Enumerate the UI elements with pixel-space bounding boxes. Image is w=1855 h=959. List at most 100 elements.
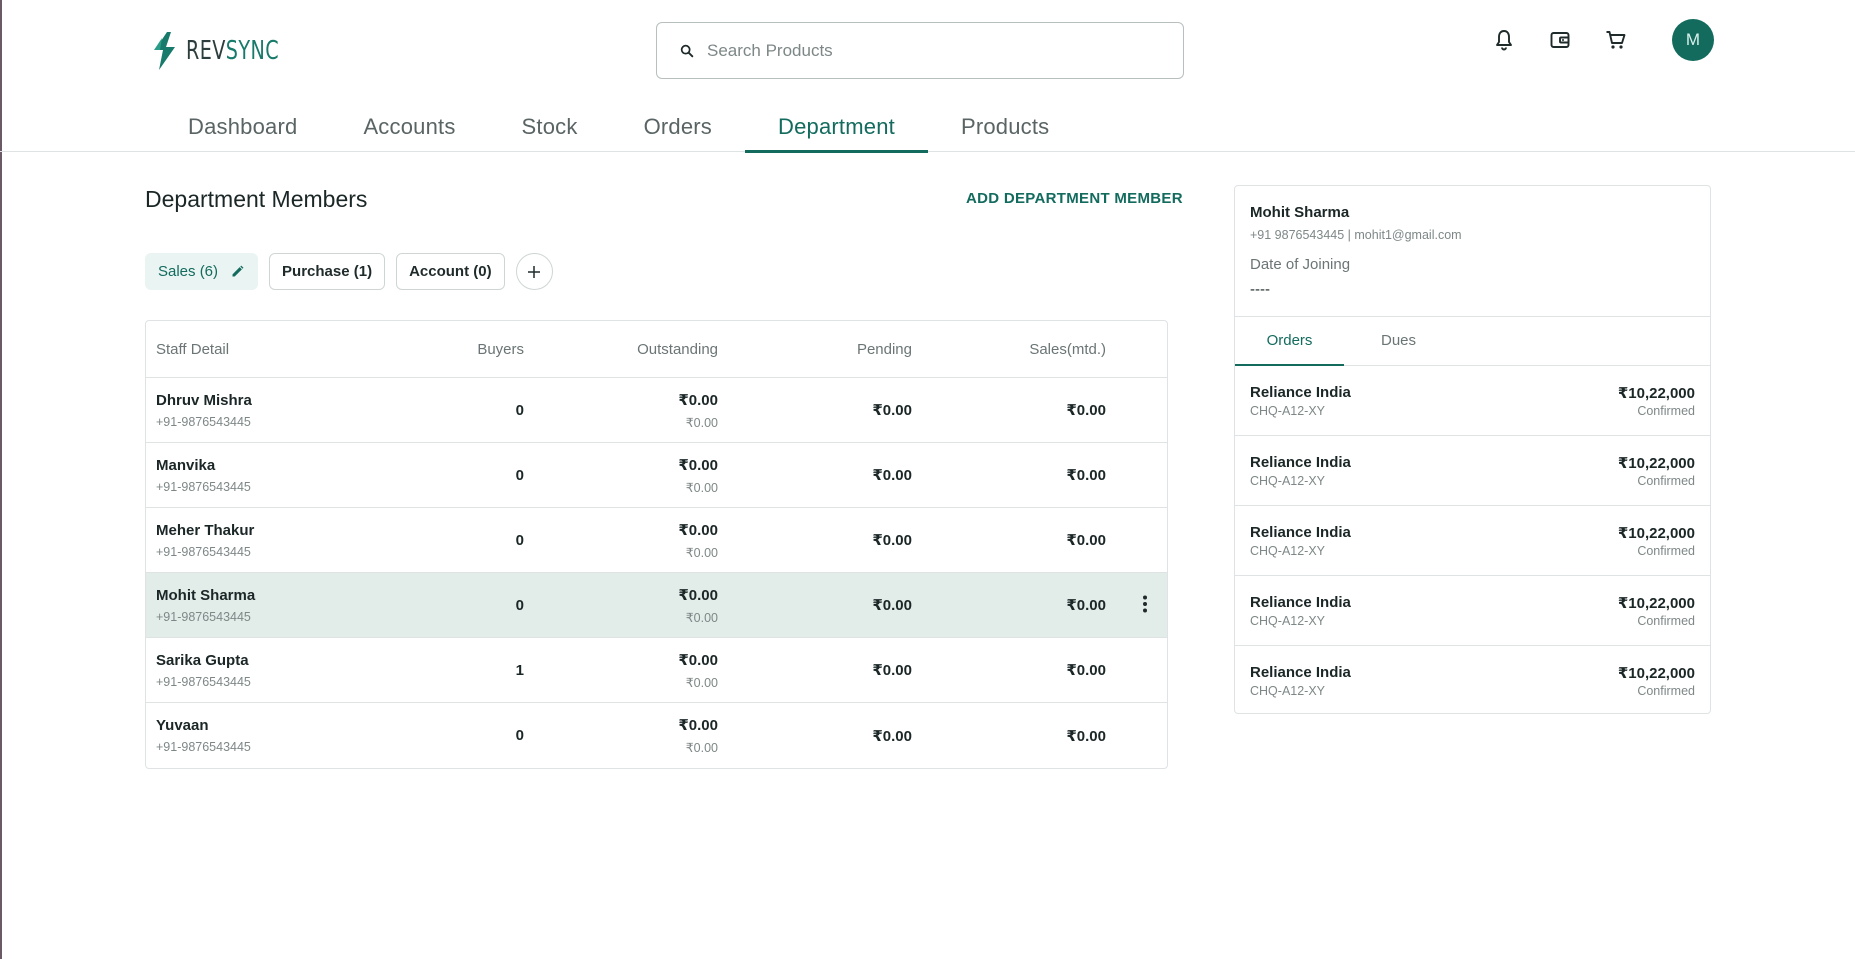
order-item[interactable]: Reliance India CHQ-A12-XY ₹10,22,000 Con… — [1235, 506, 1710, 576]
staff-name: Sarika Gupta — [156, 651, 249, 669]
sales-amount: ₹0.00 — [1066, 662, 1106, 679]
table-row[interactable]: Sarika Gupta +91-9876543445 1 ₹0.00 ₹0.00 … — [146, 638, 1167, 703]
order-party: Reliance India — [1250, 524, 1351, 541]
search-bar[interactable] — [656, 22, 1184, 79]
wallet-button[interactable] — [1546, 21, 1574, 59]
sales-amount: ₹0.00 — [1066, 727, 1106, 745]
notifications-button[interactable] — [1490, 21, 1518, 59]
pending-amount: ₹0.00 — [872, 402, 912, 419]
outstanding-amount: ₹0.00 — [678, 717, 718, 734]
search-icon — [680, 44, 694, 57]
tab-dues[interactable]: Dues — [1344, 317, 1453, 365]
staff-name: Mohit Sharma — [156, 586, 256, 604]
table-row[interactable]: Yuvaan +91-9876543445 0 ₹0.00 ₹0.00 ₹0.00 … — [146, 703, 1167, 768]
tab-orders[interactable]: Orders — [1235, 317, 1344, 366]
pending-amount: ₹0.00 — [872, 467, 912, 484]
logo-mark-icon — [154, 32, 175, 70]
header-pending: Pending — [856, 340, 912, 358]
outstanding-sub-amount: ₹0.00 — [685, 610, 718, 625]
staff-name: Yuvaan — [156, 717, 209, 734]
date-of-joining-label: Date of Joining — [1250, 256, 1351, 273]
member-name: Mohit Sharma — [1250, 204, 1350, 221]
staff-phone: +91-9876543445 — [156, 544, 251, 559]
order-party: Reliance India — [1250, 384, 1351, 401]
sales-amount: ₹0.00 — [1066, 402, 1106, 419]
order-party: Reliance India — [1250, 454, 1351, 471]
order-status: Confirmed — [1637, 684, 1695, 698]
order-item[interactable]: Reliance India CHQ-A12-XY ₹10,22,000 Con… — [1235, 576, 1710, 646]
order-ref: CHQ-A12-XY — [1250, 544, 1326, 558]
brand-name-part1: REV — [186, 36, 226, 66]
edit-pencil-icon[interactable] — [230, 264, 245, 279]
more-options-icon[interactable] — [1135, 594, 1155, 614]
add-department-button[interactable] — [515, 253, 553, 290]
table-header: Staff Detail Buyers Outstanding Pending … — [146, 321, 1167, 378]
members-table: Staff Detail Buyers Outstanding Pending … — [145, 320, 1168, 769]
header-staff-detail: Staff Detail — [156, 340, 230, 358]
sales-amount: ₹0.00 — [1066, 532, 1106, 549]
outstanding-sub-amount: ₹0.00 — [685, 675, 718, 690]
order-ref: CHQ-A12-XY — [1250, 684, 1326, 698]
department-chips: Sales (6) Purchase (1) Account (0) — [145, 253, 553, 290]
order-item[interactable]: Reliance India CHQ-A12-XY ₹10,22,000 Con… — [1235, 436, 1710, 506]
outstanding-amount: ₹0.00 — [678, 521, 718, 539]
top-header: REVSYNC M — [0, 0, 1855, 153]
wallet-icon — [1550, 32, 1570, 48]
table-row[interactable]: Dhruv Mishra +91-9876543445 0 ₹0.00 ₹0.00 … — [146, 378, 1167, 443]
member-detail-panel: Mohit Sharma +91 9876543445 | mohit1@gma… — [1234, 185, 1711, 714]
buyers-count: 0 — [515, 596, 524, 614]
outstanding-amount: ₹0.00 — [678, 391, 718, 409]
order-amount: ₹10,22,000 — [1617, 595, 1695, 612]
staff-name: Meher Thakur — [156, 521, 255, 539]
order-status: Confirmed — [1637, 474, 1695, 488]
table-row[interactable]: Meher Thakur +91-9876543445 0 ₹0.00 ₹0.00 … — [146, 508, 1167, 573]
order-amount: ₹10,22,000 — [1617, 665, 1695, 682]
order-party: Reliance India — [1250, 664, 1351, 681]
outstanding-amount: ₹0.00 — [678, 651, 718, 669]
orders-list: Reliance India CHQ-A12-XY ₹10,22,000 Con… — [1235, 366, 1710, 716]
nav-tab-orders[interactable]: Orders — [611, 104, 745, 152]
nav-tab-stock[interactable]: Stock — [489, 104, 611, 152]
buyers-count: 0 — [515, 466, 524, 484]
nav-tab-department[interactable]: Department — [745, 104, 928, 153]
nav-tab-dashboard[interactable]: Dashboard — [155, 104, 330, 152]
outstanding-sub-amount: ₹0.00 — [685, 741, 718, 755]
order-status: Confirmed — [1637, 614, 1695, 628]
nav-tab-products[interactable]: Products — [928, 104, 1082, 152]
chip-purchase[interactable]: Purchase (1) — [269, 253, 386, 290]
order-item[interactable]: Reliance India CHQ-A12-XY ₹10,22,000 Con… — [1235, 646, 1710, 716]
brand-logo[interactable]: REVSYNC — [150, 30, 300, 72]
staff-name: Manvika — [156, 456, 216, 474]
sales-amount: ₹0.00 — [1066, 597, 1106, 614]
chip-account[interactable]: Account (0) — [396, 253, 505, 290]
nav-tab-accounts[interactable]: Accounts — [330, 104, 488, 152]
order-status: Confirmed — [1637, 404, 1695, 418]
chip-sales[interactable]: Sales (6) — [145, 253, 259, 290]
search-input[interactable] — [707, 40, 1147, 61]
buyers-count: 1 — [515, 661, 524, 679]
main-nav: Dashboard Accounts Stock Orders Departme… — [155, 104, 1082, 153]
outstanding-amount: ₹0.00 — [678, 586, 718, 604]
page-title: Department Members — [145, 186, 368, 212]
cart-button[interactable] — [1602, 21, 1630, 59]
brand-name-part2: SYNC — [225, 36, 280, 66]
staff-phone: +91-9876543445 — [156, 479, 251, 494]
outstanding-sub-amount: ₹0.00 — [685, 480, 718, 495]
brand-name: REVSYNC — [186, 36, 279, 66]
header-buyers: Buyers — [477, 340, 524, 358]
table-row-selected[interactable]: Mohit Sharma +91-9876543445 0 ₹0.00 ₹0.00 … — [146, 573, 1167, 638]
order-ref: CHQ-A12-XY — [1250, 474, 1326, 488]
avatar[interactable]: M — [1672, 19, 1714, 61]
header-actions: M — [1490, 19, 1714, 61]
order-ref: CHQ-A12-XY — [1250, 614, 1326, 628]
order-amount: ₹10,22,000 — [1617, 455, 1695, 472]
table-row[interactable]: Manvika +91-9876543445 0 ₹0.00 ₹0.00 ₹0.00… — [146, 443, 1167, 508]
outstanding-sub-amount: ₹0.00 — [685, 415, 718, 430]
add-department-member-button[interactable]: ADD DEPARTMENT MEMBER — [966, 190, 1183, 207]
outstanding-sub-amount: ₹0.00 — [685, 545, 718, 560]
header-sales-mtd: Sales(mtd.) — [1029, 340, 1106, 358]
order-status: Confirmed — [1637, 544, 1695, 558]
order-item[interactable]: Reliance India CHQ-A12-XY ₹10,22,000 Con… — [1235, 366, 1710, 436]
plus-icon — [528, 265, 541, 278]
order-amount: ₹10,22,000 — [1617, 385, 1695, 402]
